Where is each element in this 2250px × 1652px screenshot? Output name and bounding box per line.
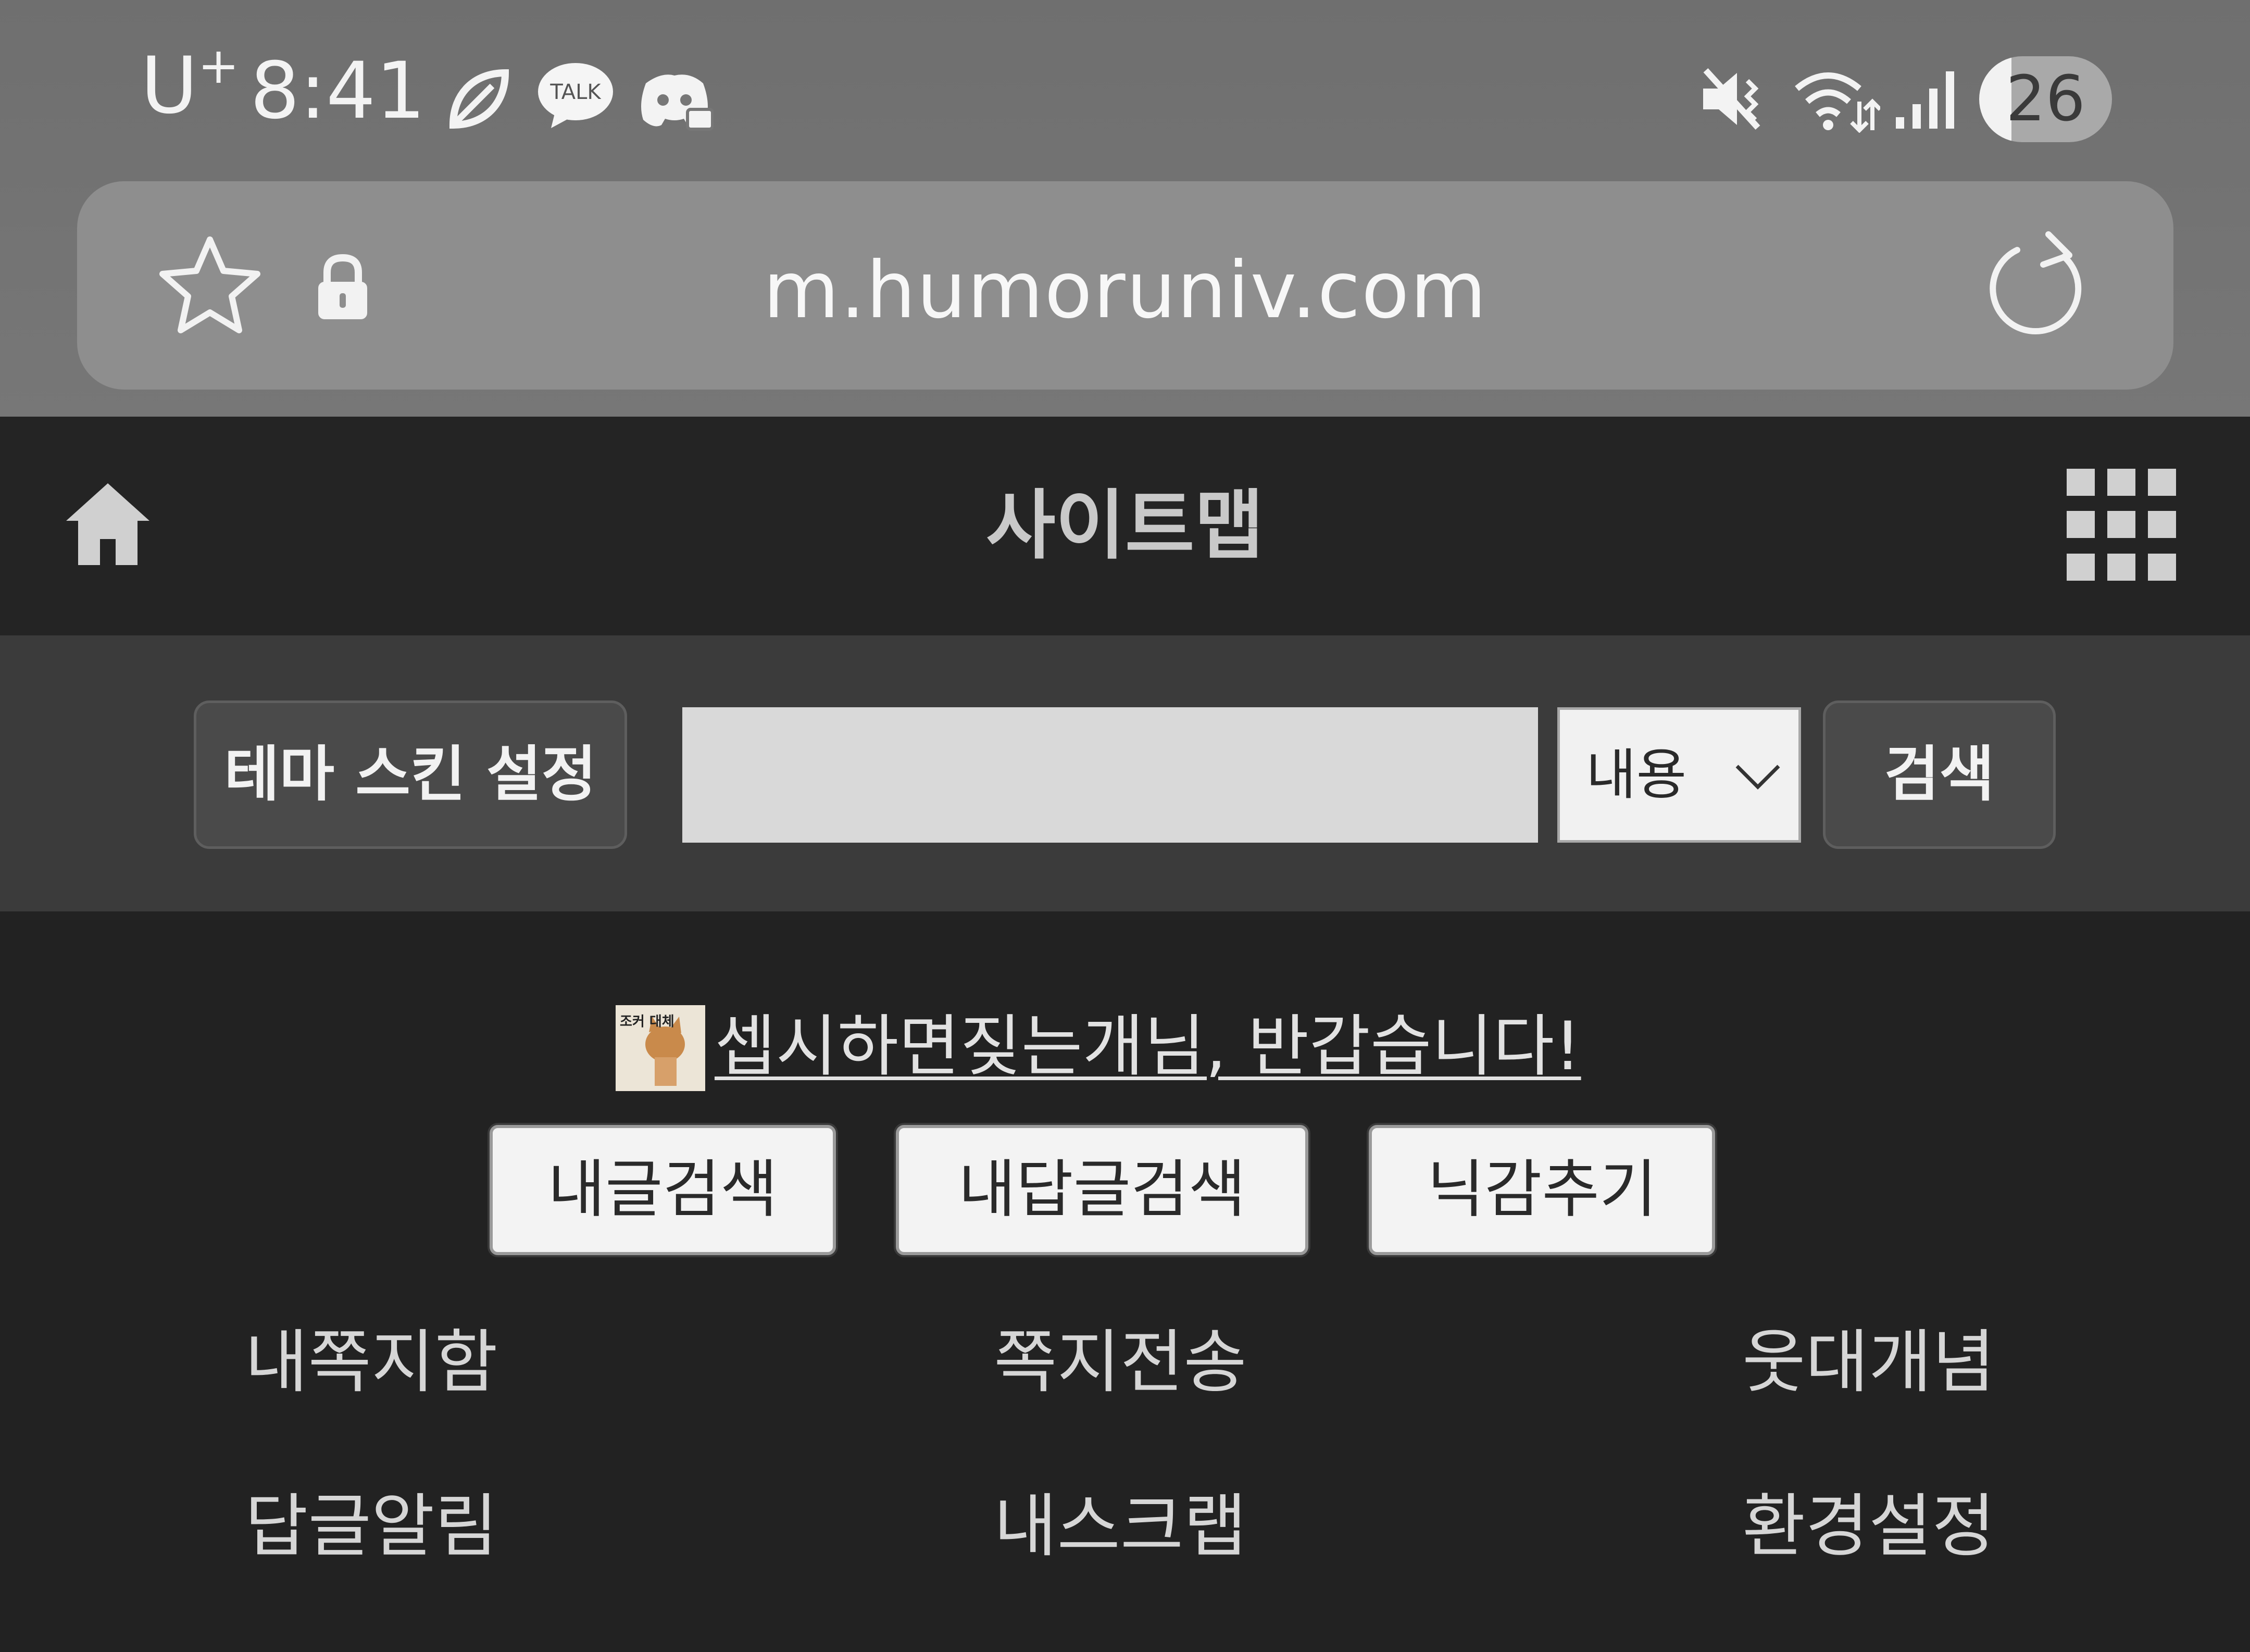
search-type-select[interactable]: 내용 (1557, 707, 1801, 843)
concepts-link[interactable]: 웃대개념 (1742, 1328, 1995, 1397)
signal-icon (1896, 71, 1954, 129)
url-bar[interactable]: m.humoruniv.com (77, 181, 2173, 390)
svg-text:TALK: TALK (549, 80, 602, 104)
search-input[interactable] (682, 707, 1538, 843)
status-time: 8:41 (250, 46, 426, 136)
chevron-down-icon (1735, 765, 1780, 790)
my-scrap-link[interactable]: 내스크랩 (994, 1492, 1247, 1561)
wifi-icon (1795, 72, 1880, 133)
search-button[interactable]: 검색 (1823, 700, 2056, 849)
leaf-icon (449, 69, 509, 129)
hide-nickname-button[interactable]: 닉감추기 (1369, 1125, 1715, 1255)
url-text[interactable]: m.humoruniv.com (77, 181, 2173, 390)
kakaotalk-icon: TALK (538, 63, 613, 128)
carrier-label: U+ (141, 37, 240, 131)
search-type-value: 내용 (1586, 743, 1687, 807)
dog-avatar-icon: 조커 대체 (616, 1005, 705, 1091)
battery-indicator: 26 (1979, 56, 2112, 142)
welcome-text[interactable]: 셉시하면짖는개님, 반갑습니다! (715, 1003, 1581, 1091)
sitemap-content: 조커 대체 셉시하면짖는개님, 반갑습니다! 내글검색 내답글검색 닉감추기 내… (0, 911, 2250, 1652)
mute-vibrate-icon (1703, 68, 1760, 130)
site-header: 사이트맵 (0, 417, 2250, 635)
page-title: 사이트맵 (986, 482, 1264, 570)
inbox-link[interactable]: 내쪽지함 (245, 1328, 498, 1397)
avatar: 조커 대체 (616, 1005, 705, 1091)
grid-menu-icon[interactable] (2067, 469, 2176, 581)
reload-icon[interactable] (1986, 228, 2090, 340)
my-replies-search-button[interactable]: 내답글검색 (896, 1125, 1308, 1255)
send-note-link[interactable]: 쪽지전송 (994, 1328, 1247, 1397)
search-bar: 테마 스킨 설정 내용 검색 (0, 635, 2250, 911)
discord-icon (641, 74, 714, 131)
reply-alerts-link[interactable]: 답글알림 (245, 1492, 498, 1561)
my-posts-search-button[interactable]: 내글검색 (490, 1125, 836, 1255)
browser-chrome: U+ 8:41 TALK 26 m.humoruniv.com (0, 0, 2250, 417)
svg-text:조커 대체: 조커 대체 (620, 1014, 674, 1030)
status-bar: U+ 8:41 TALK 26 (0, 0, 2250, 172)
settings-link[interactable]: 환경설정 (1742, 1492, 1995, 1561)
theme-skin-button[interactable]: 테마 스킨 설정 (194, 700, 627, 849)
